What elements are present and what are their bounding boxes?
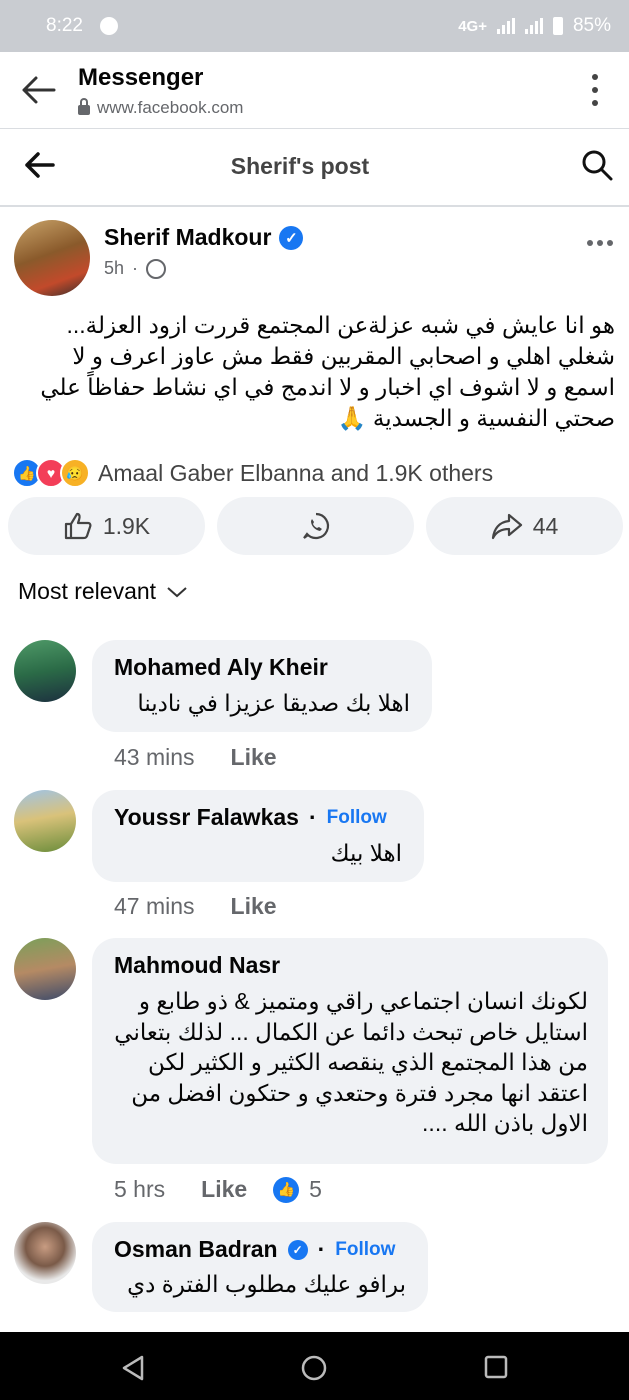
commenter-name-text[interactable]: Youssr Falawkas bbox=[114, 804, 299, 831]
comment-reaction-count[interactable]: 5 bbox=[309, 1176, 322, 1203]
commenter-name-text[interactable]: Mahmoud Nasr bbox=[114, 952, 280, 979]
signal-icon-2 bbox=[524, 18, 543, 34]
post-meta: 5h · bbox=[104, 258, 167, 279]
comment-text: برافو عليك مطلوب الفترة دي bbox=[127, 1271, 406, 1297]
verified-badge-icon: ✓ bbox=[279, 225, 304, 250]
whatsapp-share-button[interactable] bbox=[217, 497, 414, 555]
post-header: Sherif's post bbox=[0, 129, 629, 207]
comment-text: اهلا بيك bbox=[330, 840, 402, 866]
like-reaction-icon[interactable]: 👍 bbox=[273, 1176, 300, 1203]
nav-recents-icon[interactable] bbox=[483, 1354, 509, 1380]
reactions-summary[interactable]: 👍 ♥ 😥 Amaal Gaber Elbanna and 1.9K other… bbox=[12, 458, 493, 488]
status-bar: 8:22 4G+ 85% bbox=[0, 0, 629, 52]
lock-icon bbox=[78, 98, 90, 115]
commenter-name[interactable]: Mohamed Aly Kheir bbox=[114, 654, 328, 681]
page-title: Sherif's post bbox=[230, 153, 370, 179]
follow-button[interactable]: Follow bbox=[327, 807, 387, 829]
commenter-avatar[interactable] bbox=[14, 1222, 76, 1284]
whatsapp-icon bbox=[302, 512, 329, 540]
commenter-name[interactable]: Mahmoud Nasr bbox=[114, 952, 280, 979]
commenter-avatar[interactable] bbox=[14, 938, 76, 1000]
comment-sort-dropdown[interactable]: Most relevant bbox=[18, 578, 188, 605]
browser-title: Messenger bbox=[78, 64, 204, 91]
comment-meta: 47 mins Like bbox=[114, 893, 277, 920]
signal-icon bbox=[496, 18, 515, 34]
post-author[interactable]: Sherif Madkour ✓ bbox=[104, 224, 304, 251]
like-count: 1.9K bbox=[102, 512, 151, 539]
back-arrow-icon[interactable] bbox=[20, 74, 58, 106]
commenter-avatar[interactable] bbox=[14, 790, 76, 852]
status-time: 8:22 bbox=[46, 15, 83, 36]
reactions-text: Amaal Gaber Elbanna and 1.9K others bbox=[98, 459, 494, 486]
browser-url[interactable]: www.facebook.com bbox=[78, 98, 243, 118]
comment-meta: 43 mins Like bbox=[114, 744, 277, 771]
browser-menu-icon[interactable] bbox=[591, 74, 599, 106]
comment-like-button[interactable]: Like bbox=[201, 1176, 247, 1203]
commenter-avatar[interactable] bbox=[14, 640, 76, 702]
nav-back-icon[interactable] bbox=[120, 1354, 146, 1382]
comment-time: 47 mins bbox=[114, 893, 195, 919]
commenter-name-text[interactable]: Osman Badran bbox=[114, 1236, 278, 1263]
sad-reaction-icon: 😥 bbox=[60, 458, 90, 488]
nav-home-icon[interactable] bbox=[300, 1354, 328, 1382]
comment-time: 43 mins bbox=[114, 744, 195, 770]
name-separator: · bbox=[308, 804, 317, 830]
meta-separator: · bbox=[132, 258, 139, 278]
sort-label: Most relevant bbox=[18, 578, 157, 604]
comment-text: لكونك انسان اجتماعي راقي ومتميز & ذو طاب… bbox=[114, 988, 588, 1136]
share-button[interactable]: 44 bbox=[426, 497, 623, 555]
battery-icon bbox=[552, 17, 563, 35]
network-type: 4G+ bbox=[458, 17, 487, 35]
share-count: 44 bbox=[532, 512, 559, 539]
thumbs-up-icon bbox=[64, 512, 92, 540]
url-text: www.facebook.com bbox=[97, 98, 244, 117]
share-icon bbox=[491, 513, 522, 540]
follow-button[interactable]: Follow bbox=[335, 1239, 395, 1261]
author-avatar[interactable] bbox=[14, 220, 90, 296]
system-navigation-bar bbox=[0, 1332, 629, 1400]
comment-like-button[interactable]: Like bbox=[231, 893, 277, 920]
browser-bar: Messenger www.facebook.com bbox=[0, 52, 629, 129]
search-icon[interactable] bbox=[581, 149, 613, 181]
comment-text: اهلا بك صديقا عزيزا في نادينا bbox=[137, 690, 410, 716]
verified-badge-icon: ✓ bbox=[287, 1239, 308, 1260]
status-icons: 4G+ 85% bbox=[458, 15, 611, 37]
post-actions: 1.9K 44 bbox=[8, 497, 623, 555]
commenter-name[interactable]: Youssr Falawkas · Follow bbox=[114, 804, 387, 831]
post-time[interactable]: 5h bbox=[104, 258, 124, 279]
chevron-down-icon bbox=[167, 586, 187, 597]
comment-like-button[interactable]: Like bbox=[231, 744, 277, 771]
name-separator: · bbox=[317, 1236, 326, 1262]
messenger-notification-icon bbox=[100, 17, 118, 35]
comment-meta: 5 hrs Like 👍 5 bbox=[114, 1176, 322, 1203]
commenter-name[interactable]: Osman Badran ✓ · Follow bbox=[114, 1236, 395, 1263]
author-name[interactable]: Sherif Madkour bbox=[104, 224, 271, 251]
comment-time: 5 hrs bbox=[114, 1176, 166, 1202]
commenter-name-text[interactable]: Mohamed Aly Kheir bbox=[114, 654, 328, 681]
globe-icon bbox=[146, 258, 167, 279]
post-options-icon[interactable] bbox=[587, 240, 613, 246]
post-text: هو انا عايش في شبه عزلةعن المجتمع قررت ا… bbox=[40, 312, 615, 431]
like-button[interactable]: 1.9K bbox=[8, 497, 205, 555]
battery-level: 85% bbox=[572, 15, 611, 36]
